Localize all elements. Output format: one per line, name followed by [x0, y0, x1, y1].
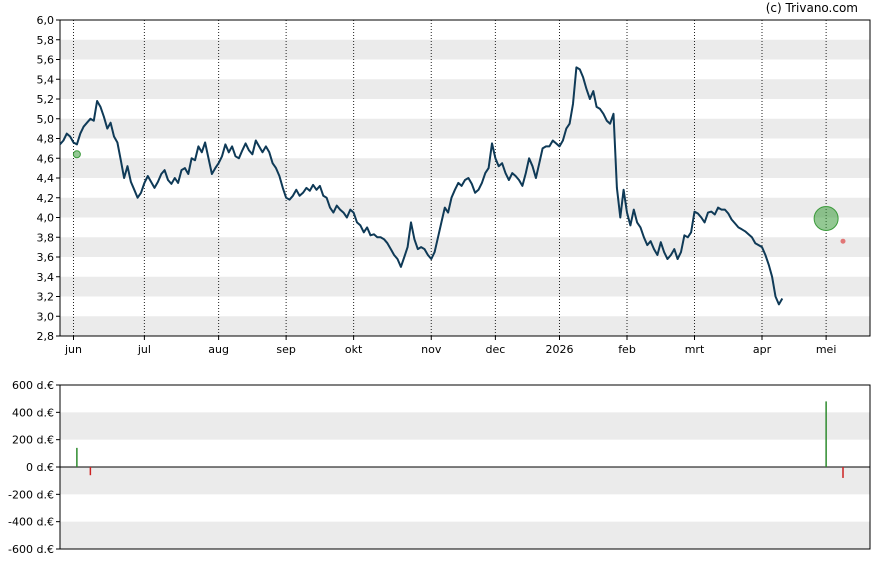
buy-marker: [813, 205, 839, 231]
x-tick-label: jun: [64, 343, 82, 356]
y-tick-label: 4,0: [37, 212, 55, 225]
y-tick-label: 4,2: [37, 192, 55, 205]
grid-band: [60, 158, 870, 178]
x-tick-label: dec: [485, 343, 505, 356]
x-tick-label: sep: [276, 343, 295, 356]
x-tick-label: nov: [421, 343, 442, 356]
grid-band: [60, 237, 870, 257]
y-tick-label: 3,4: [37, 271, 55, 284]
grid-band: [60, 276, 870, 297]
x-tick-label: jul: [137, 343, 151, 356]
y-tick-label: 3,6: [37, 251, 55, 264]
y-tick-label: 0 d.€: [26, 461, 54, 474]
y-tick-label: 6,0: [37, 14, 55, 27]
grid-band: [60, 521, 870, 549]
grid-band: [60, 118, 870, 139]
price-line: [59, 66, 784, 306]
grid-band: [60, 39, 870, 60]
y-tick-label: 5,6: [37, 54, 55, 67]
y-tick-label: 5,2: [37, 93, 55, 106]
x-tick-label: mei: [816, 343, 837, 356]
grid-band: [60, 197, 870, 218]
y-tick-label: 4,6: [37, 152, 55, 165]
grid-band: [60, 79, 870, 99]
y-tick-label: 200 d.€: [12, 434, 54, 447]
sell-marker: [840, 238, 846, 244]
y-tick-label: 5,8: [37, 34, 55, 47]
x-tick-label: apr: [753, 343, 772, 356]
chart-canvas: 2,8 3,0 3,2 3,4 3,6 3,8 4,0 4,2 4,4 4,6 4,8 5,0 5,2 5…: [8, 14, 871, 556]
y-tick-label: 5,4: [37, 73, 55, 86]
y-tick-label: 3,2: [37, 291, 55, 304]
x-tick-label: mrt: [685, 343, 705, 356]
y-tick-label: 3,8: [37, 231, 55, 244]
transactions-panel: 600 d.€ 400 d.€ 200 d.€ 0 d.€ -200 d.€ -400 d…: [8, 379, 871, 556]
buy-marker: [72, 150, 81, 159]
y-tick-label: 4,8: [37, 133, 55, 146]
grid-band: [60, 412, 870, 440]
grid-band: [60, 467, 870, 495]
x-tick-label: aug: [208, 343, 229, 356]
y-tick-label: -600 d.€: [8, 543, 54, 556]
y-tick-label: 2,8: [37, 330, 55, 343]
y-tick-label: 4,4: [37, 172, 55, 185]
x-tick-label: okt: [345, 343, 363, 356]
price-panel: 2,8 3,0 3,2 3,4 3,6 3,8 4,0 4,2 4,4 4,6 4,8 5,0 5,2 5…: [37, 14, 871, 356]
y-tick-label: 3,0: [37, 310, 55, 323]
y-tick-label: 5,0: [37, 113, 55, 126]
grid-band: [60, 316, 870, 336]
y-tick-label: 600 d.€: [12, 379, 54, 392]
x-tick-label: 2026: [546, 343, 574, 356]
x-tick-label: feb: [618, 343, 636, 356]
y-tick-label: -200 d.€: [8, 488, 54, 501]
y-tick-label: -400 d.€: [8, 516, 54, 529]
y-tick-label: 400 d.€: [12, 406, 54, 419]
